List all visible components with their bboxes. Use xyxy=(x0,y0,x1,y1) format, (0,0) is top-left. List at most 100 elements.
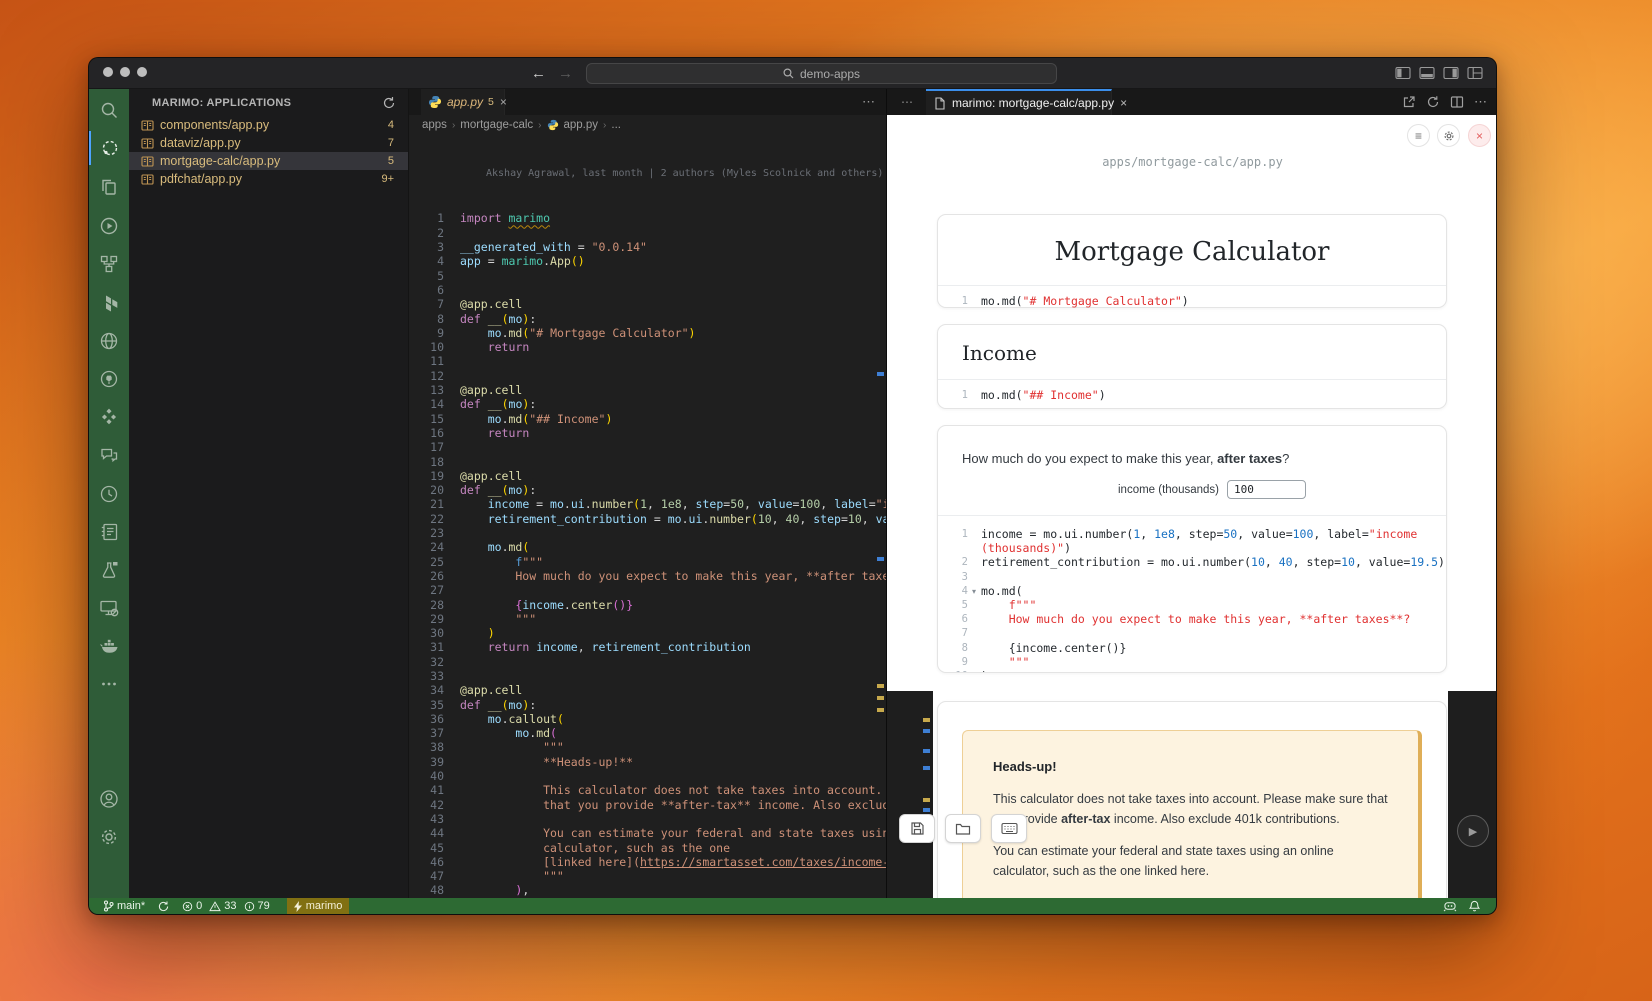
run-debug-icon[interactable] xyxy=(89,209,129,243)
diamonds-icon[interactable] xyxy=(89,400,129,434)
folder-button[interactable] xyxy=(945,814,981,843)
git-branch-item[interactable]: main* xyxy=(99,898,149,914)
income-input[interactable] xyxy=(1227,480,1306,499)
sidebar-item[interactable]: mortgage-calc/app.py5 xyxy=(129,152,408,170)
code-line[interactable]: 36 mo.callout( xyxy=(409,712,886,726)
sidebar-item[interactable]: dataviz/app.py7 xyxy=(129,134,408,152)
code-line[interactable]: 23 xyxy=(409,526,886,540)
more-actions-icon[interactable] xyxy=(89,667,129,701)
run-app-button[interactable]: ▶ xyxy=(1457,815,1489,847)
test-beaker-icon[interactable] xyxy=(89,553,129,587)
refresh-icon[interactable] xyxy=(382,96,396,110)
github-icon[interactable] xyxy=(89,362,129,396)
code-line[interactable]: 22 retirement_contribution = mo.ui.numbe… xyxy=(409,512,886,526)
tab-marimo-preview[interactable]: marimo: mortgage-calc/app.py × xyxy=(926,89,1112,115)
code-line[interactable]: 26 How much do you expect to make this y… xyxy=(409,569,886,583)
close-window-button[interactable] xyxy=(103,67,113,77)
code-line[interactable]: 8def __(mo): xyxy=(409,312,886,326)
code-line[interactable]: 12 xyxy=(409,369,886,383)
code-line[interactable]: 6 How much do you expect to make this ye… xyxy=(938,612,1446,626)
notifications-bell-icon[interactable] xyxy=(1469,900,1480,912)
code-line[interactable]: 47 """ xyxy=(409,869,886,883)
code-line[interactable]: 27 xyxy=(409,583,886,597)
breadcrumb-item[interactable]: app.py xyxy=(564,119,599,131)
code-line[interactable]: 38 """ xyxy=(409,740,886,754)
code-line[interactable]: 1income = mo.ui.number(1, 1e8, step=50, … xyxy=(938,527,1446,541)
code-line[interactable]: 3__generated_with = "0.0.14" xyxy=(409,240,886,254)
code-line[interactable]: 11 xyxy=(409,354,886,368)
config-gear-icon[interactable] xyxy=(1437,124,1460,147)
close-tab-icon[interactable]: × xyxy=(500,95,507,109)
code-line[interactable]: 35def __(mo): xyxy=(409,698,886,712)
code-line[interactable]: 3 xyxy=(938,570,1446,584)
docker-icon[interactable] xyxy=(89,629,129,663)
shutdown-close-icon[interactable]: × xyxy=(1468,124,1491,147)
comments-icon[interactable] xyxy=(89,438,129,472)
sync-item[interactable] xyxy=(154,898,173,914)
breadcrumb[interactable]: apps›mortgage-calc›app.py›... xyxy=(409,115,886,135)
more-actions-icon[interactable]: ⋯ xyxy=(1474,94,1488,110)
zoom-window-button[interactable] xyxy=(137,67,147,77)
tab-app-py[interactable]: app.py 5 × xyxy=(421,89,505,115)
code-line[interactable]: 10) xyxy=(938,669,1446,673)
remote-explorer-icon[interactable] xyxy=(89,591,129,625)
code-line[interactable]: 16 return xyxy=(409,426,886,440)
breadcrumb-item[interactable]: mortgage-calc xyxy=(460,119,533,131)
sidebar-item[interactable]: components/app.py4 xyxy=(129,116,408,134)
code-line[interactable]: 9 """ xyxy=(938,655,1446,669)
code-line[interactable]: 46 [linked here](https://smartasset.com/… xyxy=(409,855,886,869)
code-line[interactable]: 29 """ xyxy=(409,612,886,626)
code-line[interactable]: (thousands)") xyxy=(938,541,1446,555)
code-line[interactable]: 5 xyxy=(409,269,886,283)
command-center-search[interactable]: demo-apps xyxy=(586,63,1057,84)
code-line[interactable]: 15 mo.md("## Income") xyxy=(409,412,886,426)
terraform-icon[interactable] xyxy=(89,286,129,320)
menu-icon[interactable]: ≡ xyxy=(1407,124,1430,147)
toggle-panel-icon[interactable] xyxy=(1419,65,1435,81)
close-tab-icon[interactable]: × xyxy=(1120,96,1127,110)
code-line[interactable]: 42 that you provide **after-tax** income… xyxy=(409,798,886,812)
marimo-status-item[interactable]: marimo xyxy=(287,898,350,914)
toggle-secondary-sidebar-icon[interactable] xyxy=(1443,65,1459,81)
code-line[interactable]: 45 calculator, such as the one xyxy=(409,841,886,855)
problems-item[interactable]: 0 33 79 xyxy=(178,898,274,914)
tab-overflow-icon[interactable]: ⋯ xyxy=(901,89,914,115)
code-line[interactable]: 48 ), xyxy=(409,883,886,897)
settings-gear-icon[interactable] xyxy=(89,820,129,854)
code-line[interactable]: 37 mo.md( xyxy=(409,726,886,740)
copy-files-icon[interactable] xyxy=(89,170,129,204)
code-line[interactable]: 28 {income.center()} xyxy=(409,598,886,612)
code-line[interactable]: 34@app.cell xyxy=(409,683,886,697)
keyboard-shortcuts-button[interactable] xyxy=(991,814,1027,843)
open-external-icon[interactable] xyxy=(1402,95,1416,109)
minimize-window-button[interactable] xyxy=(120,67,130,77)
tab-overflow-icon[interactable]: ⋯ xyxy=(862,89,876,115)
cell-code[interactable]: 1mo.md("# Mortgage Calculator") xyxy=(938,286,1446,316)
code-line[interactable]: 32 xyxy=(409,655,886,669)
code-line[interactable]: 10 return xyxy=(409,340,886,354)
code-line[interactable]: 2retirement_contribution = mo.ui.number(… xyxy=(938,555,1446,569)
code-line[interactable]: 43 xyxy=(409,812,886,826)
notebook-icon[interactable] xyxy=(89,515,129,549)
toggle-primary-sidebar-icon[interactable] xyxy=(1395,65,1411,81)
code-editor[interactable]: 1import marimo23__generated_with = "0.0.… xyxy=(409,211,886,900)
customize-layout-icon[interactable] xyxy=(1467,65,1483,81)
save-button[interactable] xyxy=(899,814,935,843)
globe-icon[interactable] xyxy=(89,324,129,358)
code-line[interactable]: 7@app.cell xyxy=(409,297,886,311)
forward-arrow-icon[interactable]: → xyxy=(558,65,573,82)
breadcrumb-item[interactable]: ... xyxy=(611,119,621,131)
marimo-icon[interactable] xyxy=(89,131,129,165)
code-line[interactable]: 44 You can estimate your federal and sta… xyxy=(409,826,886,840)
code-line[interactable]: 41 This calculator does not take taxes i… xyxy=(409,783,886,797)
code-line[interactable]: 13@app.cell xyxy=(409,383,886,397)
code-line[interactable]: 1import marimo xyxy=(409,211,886,225)
code-line[interactable]: 21 income = mo.ui.number(1, 1e8, step=50… xyxy=(409,497,886,511)
code-line[interactable]: 18 xyxy=(409,455,886,469)
symbols-icon[interactable] xyxy=(89,247,129,281)
breadcrumb-item[interactable]: apps xyxy=(422,119,447,131)
window-controls[interactable] xyxy=(103,67,147,77)
cell-code[interactable]: 1mo.md("## Income") xyxy=(938,380,1446,410)
code-line[interactable]: 6 xyxy=(409,283,886,297)
code-line[interactable]: 24 mo.md( xyxy=(409,540,886,554)
